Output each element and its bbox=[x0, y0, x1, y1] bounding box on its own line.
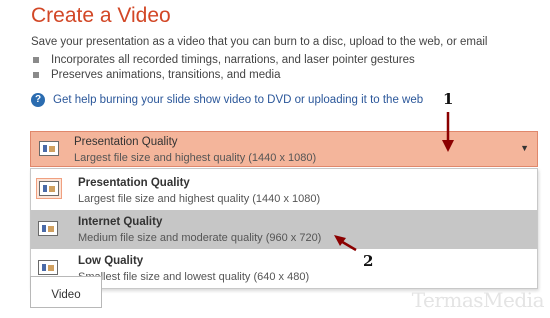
annotation-marker-1: 1 bbox=[443, 90, 454, 108]
annotation-arrows bbox=[334, 112, 454, 252]
annotation-marker-2: 2 bbox=[363, 252, 374, 270]
annotation-arrowhead-1 bbox=[442, 140, 454, 152]
